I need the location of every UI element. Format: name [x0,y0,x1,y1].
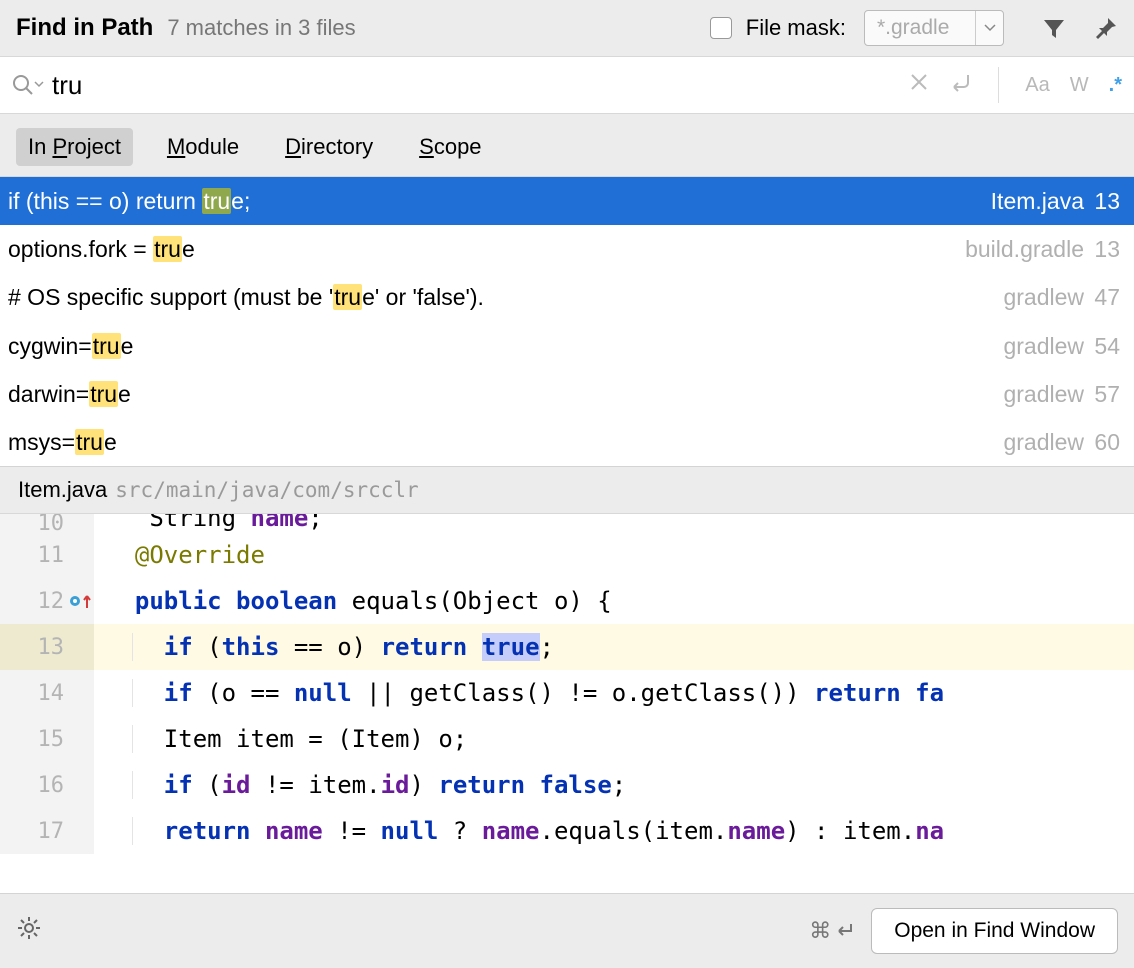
file-mask-combo[interactable]: *.gradle [864,10,1004,46]
code-content: if (o == null || getClass() != o.getClas… [94,679,1134,707]
result-file: Item.java [991,185,1084,217]
result-line: 47 [1092,281,1120,313]
result-line: 54 [1092,330,1120,362]
match-case-toggle[interactable]: Aa [1025,74,1049,97]
gutter-line-number: 14 [0,670,94,716]
result-file: gradlew [1003,281,1084,313]
filter-icon[interactable] [1042,16,1068,40]
dialog-title: Find in Path [16,14,153,42]
result-row[interactable]: darwin=true gradlew57 [0,370,1134,418]
code-preview[interactable]: 10 String name;11 @Override12 public boo… [0,513,1134,893]
open-in-find-window-button[interactable]: Open in Find Window [871,908,1118,954]
gutter-line-number: 16 [0,762,94,808]
search-icon[interactable] [10,72,44,98]
keyboard-shortcut-hint: ⌘ [809,918,855,944]
result-file: gradlew [1003,378,1084,410]
scope-tab-scope[interactable]: Scope [407,128,493,166]
result-row[interactable]: # OS specific support (must be 'true' or… [0,273,1134,321]
scope-tabs: In Project Module Directory Scope [0,114,1134,176]
code-line: 13 if (this == o) return true; [0,624,1134,670]
scope-tab-module[interactable]: Module [155,128,251,166]
gutter-line-number: 13 [0,624,94,670]
result-line: 13 [1092,233,1120,265]
code-line: 10 String name; [0,514,1134,532]
code-content: if (id != item.id) return false; [94,771,1134,799]
results-list: if (this == o) return true;Item.java13op… [0,176,1134,466]
gutter-line-number: 15 [0,716,94,762]
result-line: 60 [1092,426,1120,458]
preview-filename: Item.java [18,477,107,503]
newline-icon[interactable] [948,72,972,98]
result-line: 13 [1092,185,1120,217]
result-text: msys=true [8,426,117,458]
file-mask-value: *.gradle [865,16,975,40]
regex-toggle[interactable]: .* [1109,74,1122,97]
code-content: Item item = (Item) o; [94,725,1134,753]
result-text: cygwin=true [8,330,133,362]
result-row[interactable]: cygwin=true gradlew54 [0,322,1134,370]
result-row[interactable]: if (this == o) return true; Item.java13 [0,177,1134,225]
chevron-down-icon[interactable] [975,11,1003,45]
preview-header: Item.java src/main/java/com/srcclr [0,466,1134,513]
result-text: if (this == o) return true; [8,185,250,217]
code-line: 17 return name != null ? name.equals(ite… [0,808,1134,854]
search-input[interactable] [48,64,910,107]
gutter-line-number: 17 [0,808,94,854]
code-line: 14 if (o == null || getClass() != o.getC… [0,670,1134,716]
file-mask-label[interactable]: File mask: [746,15,846,41]
result-file: build.gradle [965,233,1084,265]
file-mask-checkbox[interactable] [710,17,732,39]
dialog-header: Find in Path 7 matches in 3 files File m… [0,0,1134,56]
search-bar: Aa W .* [0,56,1134,114]
preview-path: src/main/java/com/srcclr [115,478,418,502]
gutter-line-number: 10 [0,514,94,532]
code-content: String name; [94,514,1134,532]
settings-icon[interactable] [16,915,42,947]
code-line: 12 public boolean equals(Object o) { [0,578,1134,624]
code-line: 11 @Override [0,532,1134,578]
gutter-line-number: 12 [0,578,94,624]
result-row[interactable]: msys=true gradlew60 [0,418,1134,466]
gutter-line-number: 11 [0,532,94,578]
dialog-footer: ⌘ Open in Find Window [0,893,1134,968]
result-file: gradlew [1003,330,1084,362]
override-marker-icon[interactable] [68,593,92,609]
result-text: options.fork = true [8,233,195,265]
result-row[interactable]: options.fork = true build.gradle13 [0,225,1134,273]
scope-tab-in-project[interactable]: In Project [16,128,133,166]
code-content: @Override [94,541,1134,569]
code-content: return name != null ? name.equals(item.n… [94,817,1134,845]
code-line: 16 if (id != item.id) return false; [0,762,1134,808]
result-text: # OS specific support (must be 'true' or… [8,281,484,313]
scope-tab-directory[interactable]: Directory [273,128,385,166]
code-content: if (this == o) return true; [94,633,1134,661]
code-line: 15 Item item = (Item) o; [0,716,1134,762]
code-content: public boolean equals(Object o) { [94,587,1134,615]
result-text: darwin=true [8,378,131,410]
whole-words-toggle[interactable]: W [1070,74,1089,97]
result-file: gradlew [1003,426,1084,458]
clear-icon[interactable] [910,73,928,97]
match-count: 7 matches in 3 files [167,15,355,41]
result-line: 57 [1092,378,1120,410]
pin-icon[interactable] [1094,16,1118,40]
